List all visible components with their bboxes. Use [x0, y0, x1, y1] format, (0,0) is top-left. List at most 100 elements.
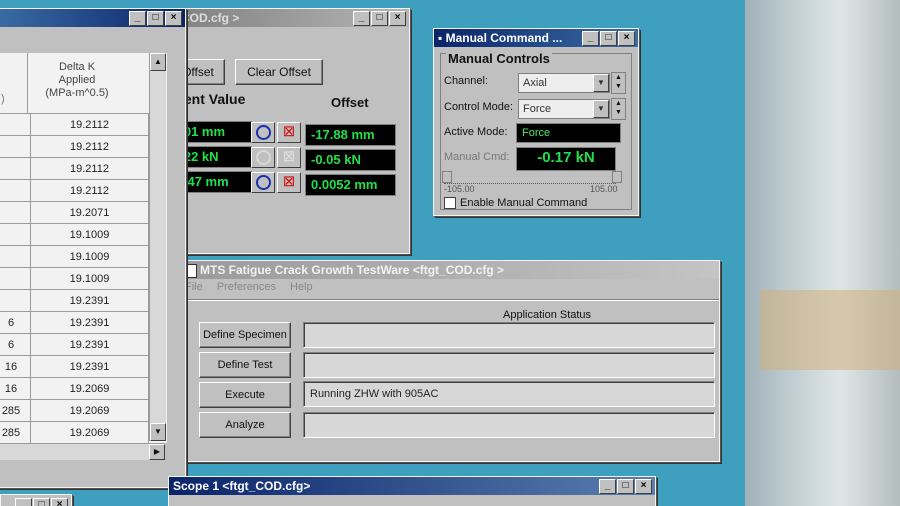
- scope-title: Scope 1 <ftgt_COD.cfg>: [173, 479, 311, 493]
- control-mode-spinner[interactable]: ▲ ▼: [611, 98, 626, 120]
- table-row[interactable]: 285 19.2069: [0, 399, 149, 422]
- clear-offset-button[interactable]: Clear Offset: [235, 59, 323, 85]
- left-col-cell: [0, 157, 31, 180]
- left-col-cell: [0, 223, 31, 246]
- scroll-down-arrow[interactable]: ▼: [150, 423, 166, 441]
- data-table-titlebar[interactable]: _ □ ×: [0, 9, 185, 27]
- menu-file[interactable]: File: [185, 281, 203, 297]
- table-row[interactable]: 6 19.2391: [0, 311, 149, 334]
- control-mode-select[interactable]: Force ▼: [518, 99, 610, 119]
- delta-k-cell: 19.2391: [30, 355, 149, 378]
- define-test-button[interactable]: Define Test: [199, 352, 291, 378]
- clear-tare-button[interactable]: ⊠: [277, 122, 301, 143]
- main-titlebar[interactable]: MTS Fatigue Crack Growth TestWare <ftgt_…: [179, 261, 719, 279]
- minimize-button[interactable]: _: [129, 11, 146, 26]
- window-icon: ▪: [438, 31, 446, 45]
- table-row[interactable]: 6 19.2391: [0, 333, 149, 356]
- horizontal-scrollbar[interactable]: ▶: [0, 443, 165, 460]
- minimize-button[interactable]: _: [599, 479, 616, 494]
- active-mode-label: Active Mode:: [444, 126, 508, 138]
- channel-value: Axial: [523, 77, 547, 89]
- main-title: MTS Fatigue Crack Growth TestWare <ftgt_…: [200, 263, 505, 277]
- scope-titlebar[interactable]: Scope 1 <ftgt_COD.cfg> _ □ ×: [169, 477, 655, 495]
- delta-k-header-line2: Applied: [58, 74, 96, 86]
- enable-manual-command-checkbox[interactable]: [444, 197, 456, 209]
- status-field-analyze: [303, 412, 715, 438]
- scroll-up-arrow[interactable]: ▲: [150, 53, 166, 71]
- delta-k-header-line3: (MPa-m^0.5): [45, 87, 109, 99]
- table-row[interactable]: 19.1009: [0, 267, 149, 290]
- left-col-cell: [0, 201, 31, 224]
- close-button[interactable]: ×: [618, 31, 635, 46]
- table-row[interactable]: 19.1009: [0, 223, 149, 246]
- left-col-cell: 6: [0, 311, 31, 334]
- delta-k-header: Delta K Applied (MPa-m^0.5): [27, 61, 127, 100]
- table-row[interactable]: 16 19.2069: [0, 377, 149, 400]
- close-button[interactable]: ×: [165, 11, 182, 26]
- slider-left-arrow[interactable]: [442, 171, 452, 183]
- clear-tare-button-disabled[interactable]: ⊠: [277, 147, 301, 168]
- table-row[interactable]: 16 19.2391: [0, 355, 149, 378]
- left-col-cell: [0, 289, 31, 312]
- left-col-cell: [0, 267, 31, 290]
- maximize-button[interactable]: □: [617, 479, 634, 494]
- channel-select[interactable]: Axial ▼: [518, 73, 610, 93]
- execute-button[interactable]: Execute: [199, 382, 291, 408]
- channel-label: Channel:: [444, 75, 489, 87]
- cod-titlebar[interactable]: ftgt_COD.cfg > _ □ ×: [151, 9, 409, 27]
- minimize-button[interactable]: _: [15, 498, 32, 506]
- chevron-down-icon[interactable]: ▼: [593, 100, 609, 118]
- close-button[interactable]: ×: [389, 11, 406, 26]
- tare-button[interactable]: [251, 172, 275, 193]
- close-button[interactable]: ×: [635, 479, 652, 494]
- table-row[interactable]: 19.2112: [0, 157, 149, 180]
- table-row[interactable]: 19.2071: [0, 201, 149, 224]
- maximize-button[interactable]: □: [371, 11, 388, 26]
- minimize-button[interactable]: _: [353, 11, 370, 26]
- offset-value-cod: -17.88 mm: [305, 124, 396, 146]
- table-row[interactable]: 285 19.2069: [0, 421, 149, 443]
- channel-spinner[interactable]: ▲ ▼: [611, 72, 626, 94]
- chevron-down-icon[interactable]: ▼: [593, 74, 609, 92]
- manual-cmd-value: -0.17 kN: [516, 147, 616, 171]
- table-row[interactable]: 19.1009: [0, 245, 149, 268]
- maximize-button[interactable]: □: [600, 31, 617, 46]
- slider-max-label: 105.00: [590, 184, 618, 194]
- menu-preferences[interactable]: Preferences: [217, 281, 276, 297]
- tare-button-disabled[interactable]: [251, 147, 275, 168]
- minimize-button[interactable]: _: [582, 31, 599, 46]
- offset-value-force: -0.05 kN: [305, 149, 396, 171]
- menu-help[interactable]: Help: [290, 281, 313, 297]
- manual-cmd-label: Manual Cmd:: [444, 151, 510, 163]
- delta-k-cell: 19.2112: [30, 135, 149, 158]
- table-row[interactable]: 19.2112: [0, 179, 149, 202]
- main-testware-window: MTS Fatigue Crack Growth TestWare <ftgt_…: [178, 260, 720, 462]
- manual-command-title: Manual Command ...: [445, 31, 563, 45]
- define-specimen-button[interactable]: Define Specimen: [199, 322, 291, 348]
- analyze-button[interactable]: Analyze: [199, 412, 291, 438]
- maximize-button[interactable]: □: [33, 498, 50, 506]
- manual-command-titlebar[interactable]: ▪ Manual Command ... _ □ ×: [434, 29, 638, 47]
- table-row[interactable]: 19.2112: [0, 135, 149, 158]
- close-button[interactable]: ×: [51, 498, 68, 506]
- delta-k-cell: 19.2112: [30, 179, 149, 202]
- left-col-cell: [0, 179, 31, 202]
- table-row[interactable]: 19.2391: [0, 289, 149, 312]
- background-object: [760, 290, 900, 370]
- table-header-row: ) Delta K Applied (MPa-m^0.5): [0, 53, 167, 116]
- table-row[interactable]: 19.2112: [0, 113, 149, 136]
- menu-divider: [179, 299, 719, 301]
- manual-cmd-slider[interactable]: [444, 175, 616, 184]
- vertical-scrollbar[interactable]: ▲ ▼: [149, 53, 166, 441]
- clear-tare-button[interactable]: ⊠: [277, 172, 301, 193]
- active-mode-value: Force: [516, 123, 621, 143]
- delta-k-cell: 19.1009: [30, 245, 149, 268]
- maximize-button[interactable]: □: [147, 11, 164, 26]
- delta-k-cell: 19.2069: [30, 377, 149, 400]
- left-col-cell: [0, 113, 31, 136]
- circle-icon: [256, 175, 271, 190]
- tare-button[interactable]: [251, 122, 275, 143]
- left-col-cell: 16: [0, 377, 31, 400]
- scroll-right-arrow[interactable]: ▶: [149, 444, 165, 460]
- slider-right-arrow[interactable]: [612, 171, 622, 183]
